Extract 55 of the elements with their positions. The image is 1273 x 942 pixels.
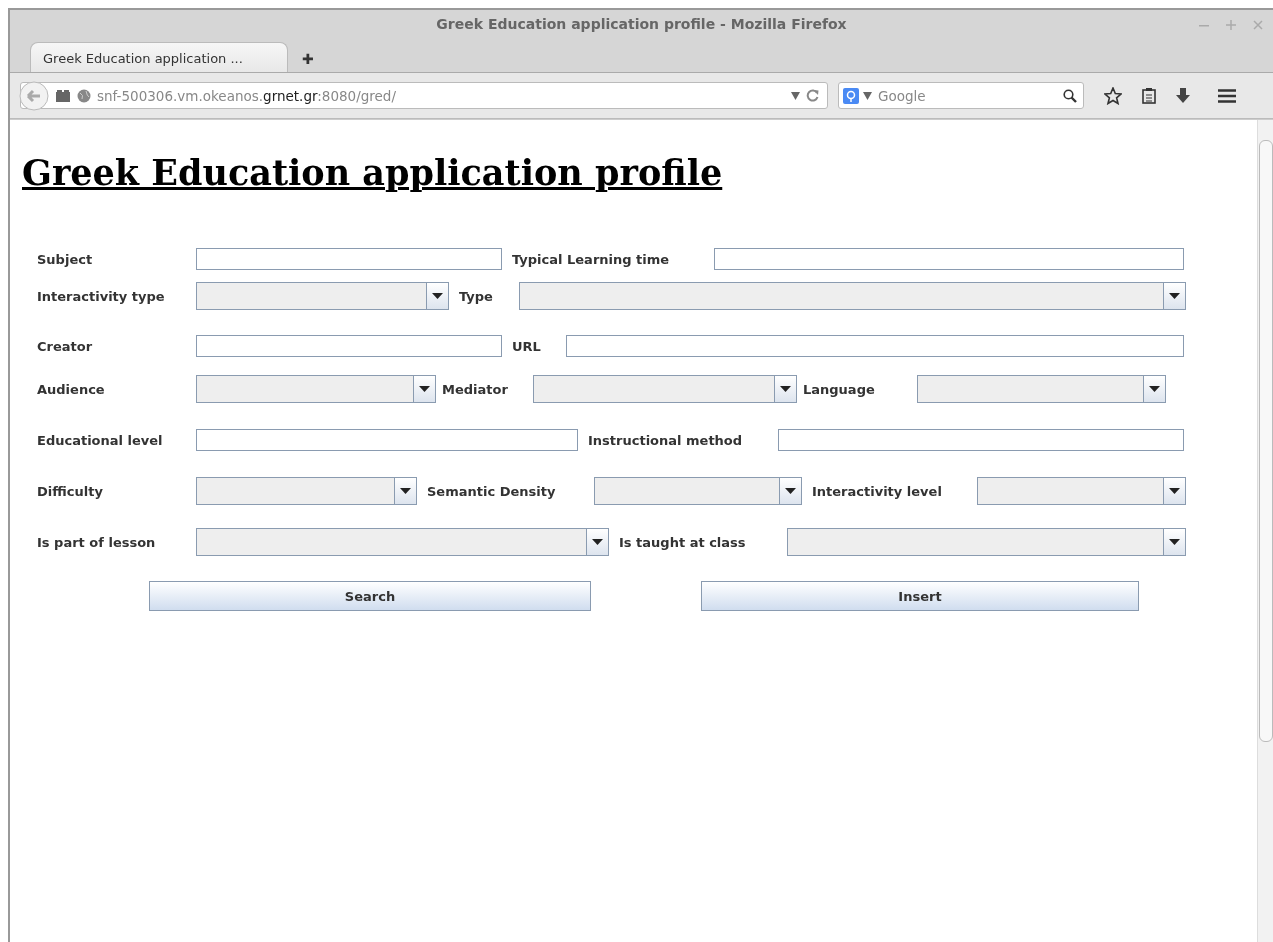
form-button[interactable]: Insert — [701, 581, 1139, 611]
field-label: Audience — [37, 381, 105, 397]
caret-icon[interactable] — [1169, 488, 1180, 494]
caret-icon[interactable] — [432, 293, 443, 299]
clipboard-icon[interactable] — [1142, 87, 1156, 104]
field-label: Instructional method — [588, 432, 743, 448]
new-tab-button[interactable]: ✚ — [302, 52, 314, 66]
caret-icon[interactable] — [780, 386, 791, 392]
browser-tab[interactable]: Greek Education application ... — [30, 42, 288, 72]
text-field[interactable] — [714, 248, 1184, 270]
close-icon[interactable] — [1253, 20, 1263, 30]
caret-icon[interactable] — [1169, 539, 1180, 545]
back-icon[interactable] — [19, 80, 49, 111]
field-label: Language — [803, 381, 875, 397]
field-label: Is part of lesson — [37, 534, 156, 550]
caret-icon[interactable] — [1169, 293, 1180, 299]
field-label: Creator — [37, 338, 93, 354]
field-label: Type — [459, 288, 493, 304]
search-icon[interactable] — [1063, 88, 1077, 103]
field-label: URL — [512, 338, 541, 354]
address-bar[interactable]: snf-500306.vm.okeanos.grnet.gr:8080/gred/ — [20, 82, 828, 109]
search-engine-icon[interactable] — [843, 87, 859, 104]
caret-icon[interactable] — [419, 386, 430, 392]
menu-icon[interactable] — [1218, 88, 1236, 103]
window-title: Greek Education application profile - Mozilla Firefox — [436, 16, 847, 32]
field-label: Subject — [37, 251, 93, 267]
text-field[interactable] — [196, 429, 578, 451]
field-label: Educational level — [37, 432, 163, 448]
caret-icon[interactable] — [1149, 386, 1160, 392]
dropdown-icon[interactable] — [863, 91, 872, 100]
field-label: Interactivity type — [37, 288, 165, 304]
search-bar[interactable]: Google — [838, 82, 1084, 109]
text-field[interactable] — [196, 248, 502, 270]
maximize-icon[interactable] — [1226, 20, 1236, 30]
field-label: Interactivity level — [812, 483, 942, 499]
globe-icon — [77, 88, 91, 103]
field-label: Is taught at class — [619, 534, 746, 550]
page-heading: Greek Education application profile — [22, 152, 723, 193]
field-label: Difficulty — [37, 483, 103, 499]
text-field[interactable] — [196, 335, 502, 357]
form-button[interactable]: Search — [149, 581, 591, 611]
text-field[interactable] — [778, 429, 1184, 451]
dropdown-icon[interactable] — [791, 91, 800, 100]
text-field[interactable] — [566, 335, 1184, 357]
caret-icon[interactable] — [400, 488, 411, 494]
folder-icon[interactable] — [55, 89, 71, 102]
star-icon[interactable] — [1104, 86, 1122, 105]
field-label: Typical Learning time — [512, 251, 670, 267]
field-label: Semantic Density — [427, 483, 556, 499]
reload-icon[interactable] — [806, 89, 819, 102]
caret-icon[interactable] — [785, 488, 796, 494]
download-icon[interactable] — [1176, 87, 1190, 104]
url-text: snf-500306.vm.okeanos.grnet.gr:8080/gred/ — [97, 87, 397, 104]
caret-icon[interactable] — [592, 539, 603, 545]
field-label: Mediator — [442, 381, 508, 397]
